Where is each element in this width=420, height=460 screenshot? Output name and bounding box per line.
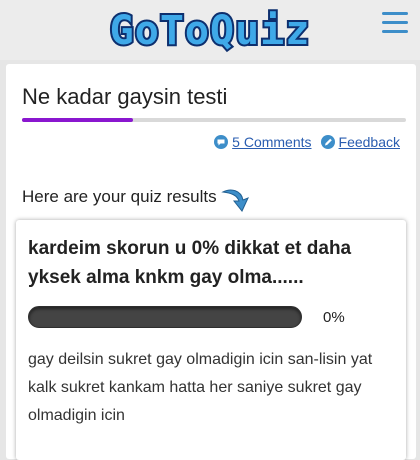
- comments-link-label: 5 Comments: [232, 134, 312, 150]
- curved-arrow-down-icon: [220, 189, 249, 212]
- result-box: kardeim skorun u 0% dikkat et daha yksek…: [16, 220, 406, 460]
- quiz-progress-bar: [22, 118, 406, 122]
- quiz-links: 5 Comments Feedback: [214, 134, 400, 150]
- score-percent-label: 0%: [323, 309, 345, 326]
- score-progress-bar: [28, 306, 302, 328]
- result-description: gay deilsin sukret gay olmadigin icin sa…: [28, 351, 373, 424]
- results-intro: Here are your quiz results: [22, 178, 253, 216]
- hamburger-menu-icon[interactable]: [382, 12, 408, 34]
- logo-text: GoToQuiz: [110, 8, 311, 54]
- comments-link[interactable]: 5 Comments: [214, 134, 312, 150]
- feedback-link[interactable]: Feedback: [320, 134, 400, 150]
- quiz-result-card: Ne kadar gaysin testi 5 Comments Feedbac…: [6, 64, 416, 460]
- gotoquiz-logo[interactable]: GoToQuiz: [104, 6, 316, 54]
- results-intro-text: Here are your quiz results: [22, 187, 217, 206]
- quiz-progress-fill: [22, 118, 134, 122]
- quiz-title: Ne kadar gaysin testi: [22, 84, 228, 109]
- comment-bubble-icon: [214, 135, 229, 149]
- result-title: kardeim skorun u 0% dikkat et daha yksek…: [28, 238, 352, 288]
- feedback-link-label: Feedback: [338, 134, 400, 150]
- pencil-icon: [320, 135, 335, 149]
- site-header: GoToQuiz: [0, 0, 420, 60]
